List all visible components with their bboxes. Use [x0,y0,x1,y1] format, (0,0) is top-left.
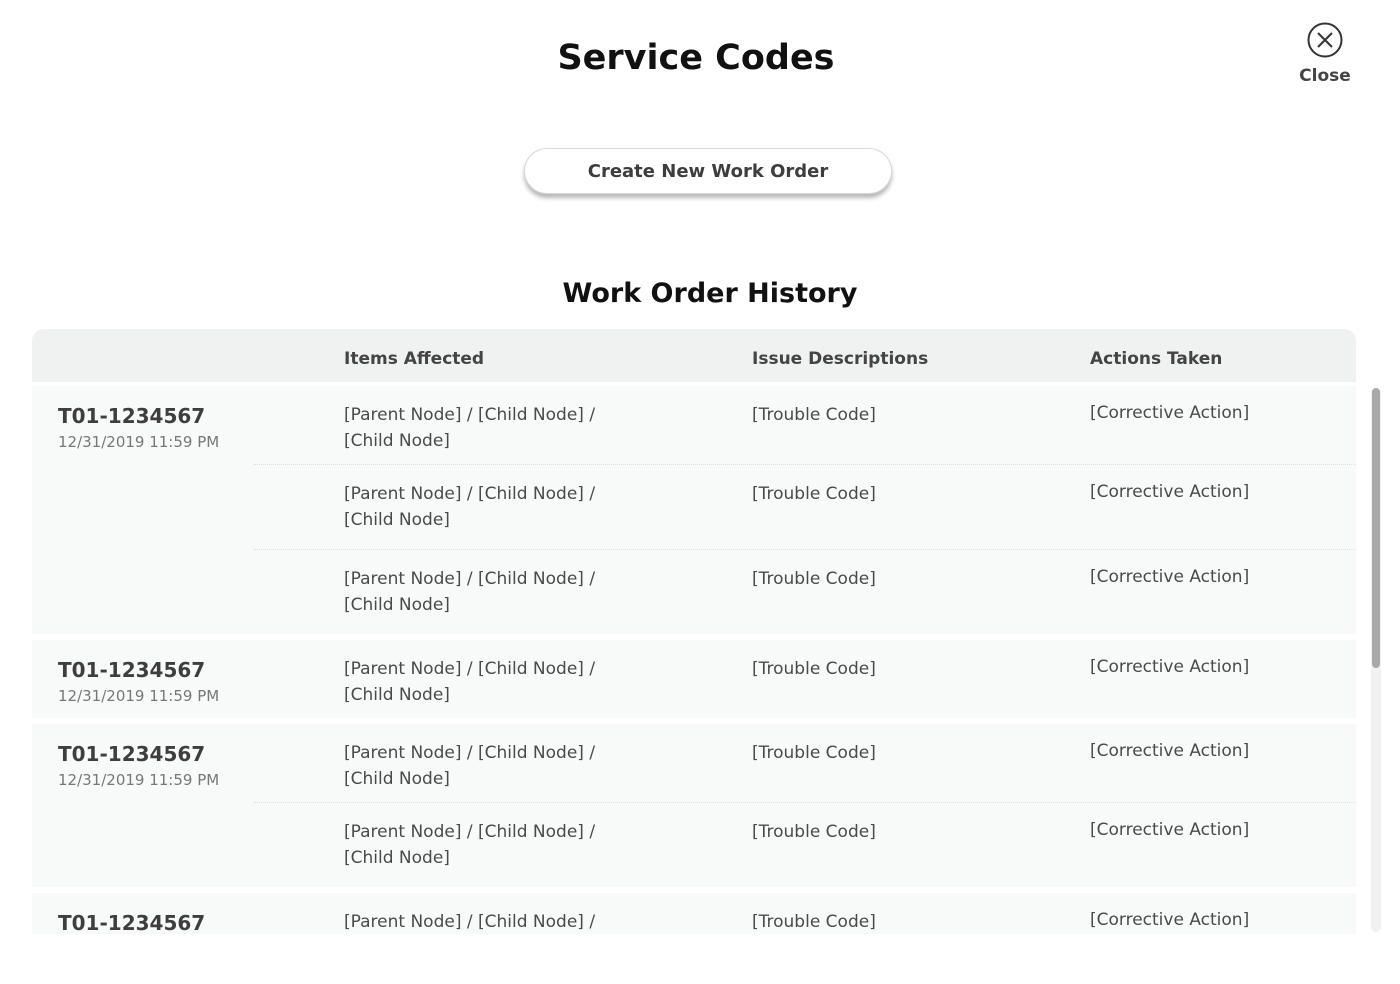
items-affected-cell: [Parent Node] / [Child Node] / [Child No… [344,569,596,615]
close-button[interactable]: Close [1290,22,1360,86]
work-order-history-table: Items Affected Issue Descriptions Action… [32,329,1356,934]
issue-description-cell: [Trouble Code] [752,822,876,842]
scrollbar-thumb[interactable] [1372,388,1380,668]
work-order-history-title: Work Order History [562,278,858,309]
work-order-item-row: [Parent Node] / [Child Node] / [Child No… [254,549,1356,634]
work-order-group[interactable]: T01-1234567 12/31/2019 11:59 PM [Parent … [32,640,1356,718]
column-header-items-affected: Items Affected [344,349,485,369]
action-taken-cell: [Corrective Action] [1090,403,1250,423]
column-header-issue-descriptions: Issue Descriptions [752,349,929,369]
work-order-group[interactable]: T01-1234567 12/31/2019 11:59 PM [Parent … [32,386,1356,634]
issue-description-cell: [Trouble Code] [752,659,876,679]
create-new-work-order-button[interactable]: Create New Work Order [524,148,892,194]
work-order-group[interactable]: T01-1234567 [Parent Node] / [Child Node]… [32,893,1356,934]
issue-description-cell: [Trouble Code] [752,484,876,504]
table-header: Items Affected Issue Descriptions Action… [32,329,1356,382]
action-taken-cell: [Corrective Action] [1090,567,1250,587]
column-header-actions-taken: Actions Taken [1090,349,1223,369]
close-label[interactable]: Close [1290,66,1360,86]
action-taken-cell: [Corrective Action] [1090,482,1250,502]
action-taken-cell: [Corrective Action] [1090,820,1250,840]
items-affected-cell: [Parent Node] / [Child Node] / [Child No… [344,659,596,705]
issue-description-cell: [Trouble Code] [752,743,876,763]
action-taken-cell: [Corrective Action] [1090,657,1250,677]
work-order-item-row: [Parent Node] / [Child Node] / [Child No… [32,724,1356,802]
issue-description-cell: [Trouble Code] [752,405,876,425]
items-affected-cell: [Parent Node] / [Child Node] / [344,912,596,932]
issue-description-cell: [Trouble Code] [752,912,876,932]
close-circle-icon[interactable] [1307,22,1343,58]
work-order-item-row: [Parent Node] / [Child Node] / [Child No… [32,640,1356,718]
action-taken-cell: [Corrective Action] [1090,910,1250,930]
action-taken-cell: [Corrective Action] [1090,741,1250,761]
items-affected-cell: [Parent Node] / [Child Node] / [Child No… [344,484,596,530]
work-order-group[interactable]: T01-1234567 12/31/2019 11:59 PM [Parent … [32,724,1356,887]
page-title: Service Codes [557,38,835,78]
issue-description-cell: [Trouble Code] [752,569,876,589]
work-order-item-row: [Parent Node] / [Child Node] / [Child No… [254,802,1356,887]
items-affected-cell: [Parent Node] / [Child Node] / [Child No… [344,822,596,868]
work-order-item-row: [Parent Node] / [Child Node] / [Child No… [254,464,1356,549]
work-order-item-row: [Parent Node] / [Child Node] / [Trouble … [32,893,1356,934]
items-affected-cell: [Parent Node] / [Child Node] / [Child No… [344,405,596,451]
scrollbar-track[interactable] [1371,388,1381,932]
items-affected-cell: [Parent Node] / [Child Node] / [Child No… [344,743,596,789]
work-order-item-row: [Parent Node] / [Child Node] / [Child No… [32,386,1356,464]
